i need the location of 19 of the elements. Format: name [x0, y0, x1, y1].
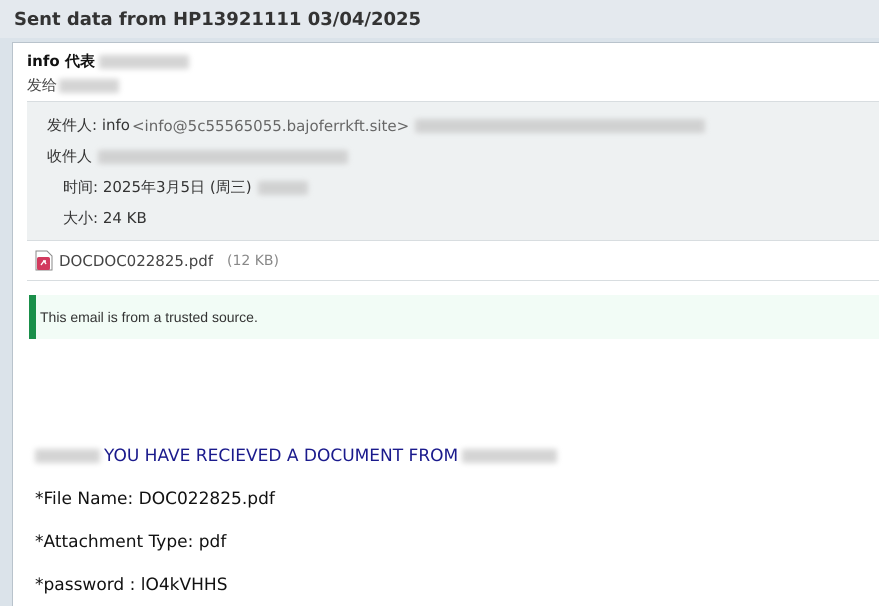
attachment-size: (12 KB) [227, 252, 279, 268]
recipient-label: 收件人 [47, 147, 92, 166]
size-label: 大小: 24 KB [63, 209, 147, 228]
pdf-file-icon [35, 250, 53, 271]
redacted-text [59, 78, 119, 92]
body-text: *File Name: DOC022825.pdf [35, 488, 275, 508]
body-text: *Attachment Type: pdf [35, 532, 226, 552]
sender-name: info 代表 [27, 52, 95, 71]
banner-text: This email is from a trusted source. [40, 309, 258, 325]
recipient-label: 发给 [27, 76, 57, 95]
attachment-link[interactable]: DOCDOC022825.pdf [59, 252, 214, 270]
redacted-text [35, 448, 100, 462]
body-heading: YOU HAVE RECIEVED A DOCUMENT FROM [104, 446, 458, 466]
window-title: Sent data from HP13921111 03/04/2025 [14, 8, 422, 30]
sender-address: <info@5c55565055.bajoferrkft.site> [132, 116, 410, 134]
sender-label: 发件人: info [47, 116, 130, 135]
body-text: *password : lO4kVHHS [35, 574, 228, 594]
time-label: 时间: 2025年3月5日 (周三) [63, 178, 252, 197]
redacted-text [258, 180, 308, 194]
